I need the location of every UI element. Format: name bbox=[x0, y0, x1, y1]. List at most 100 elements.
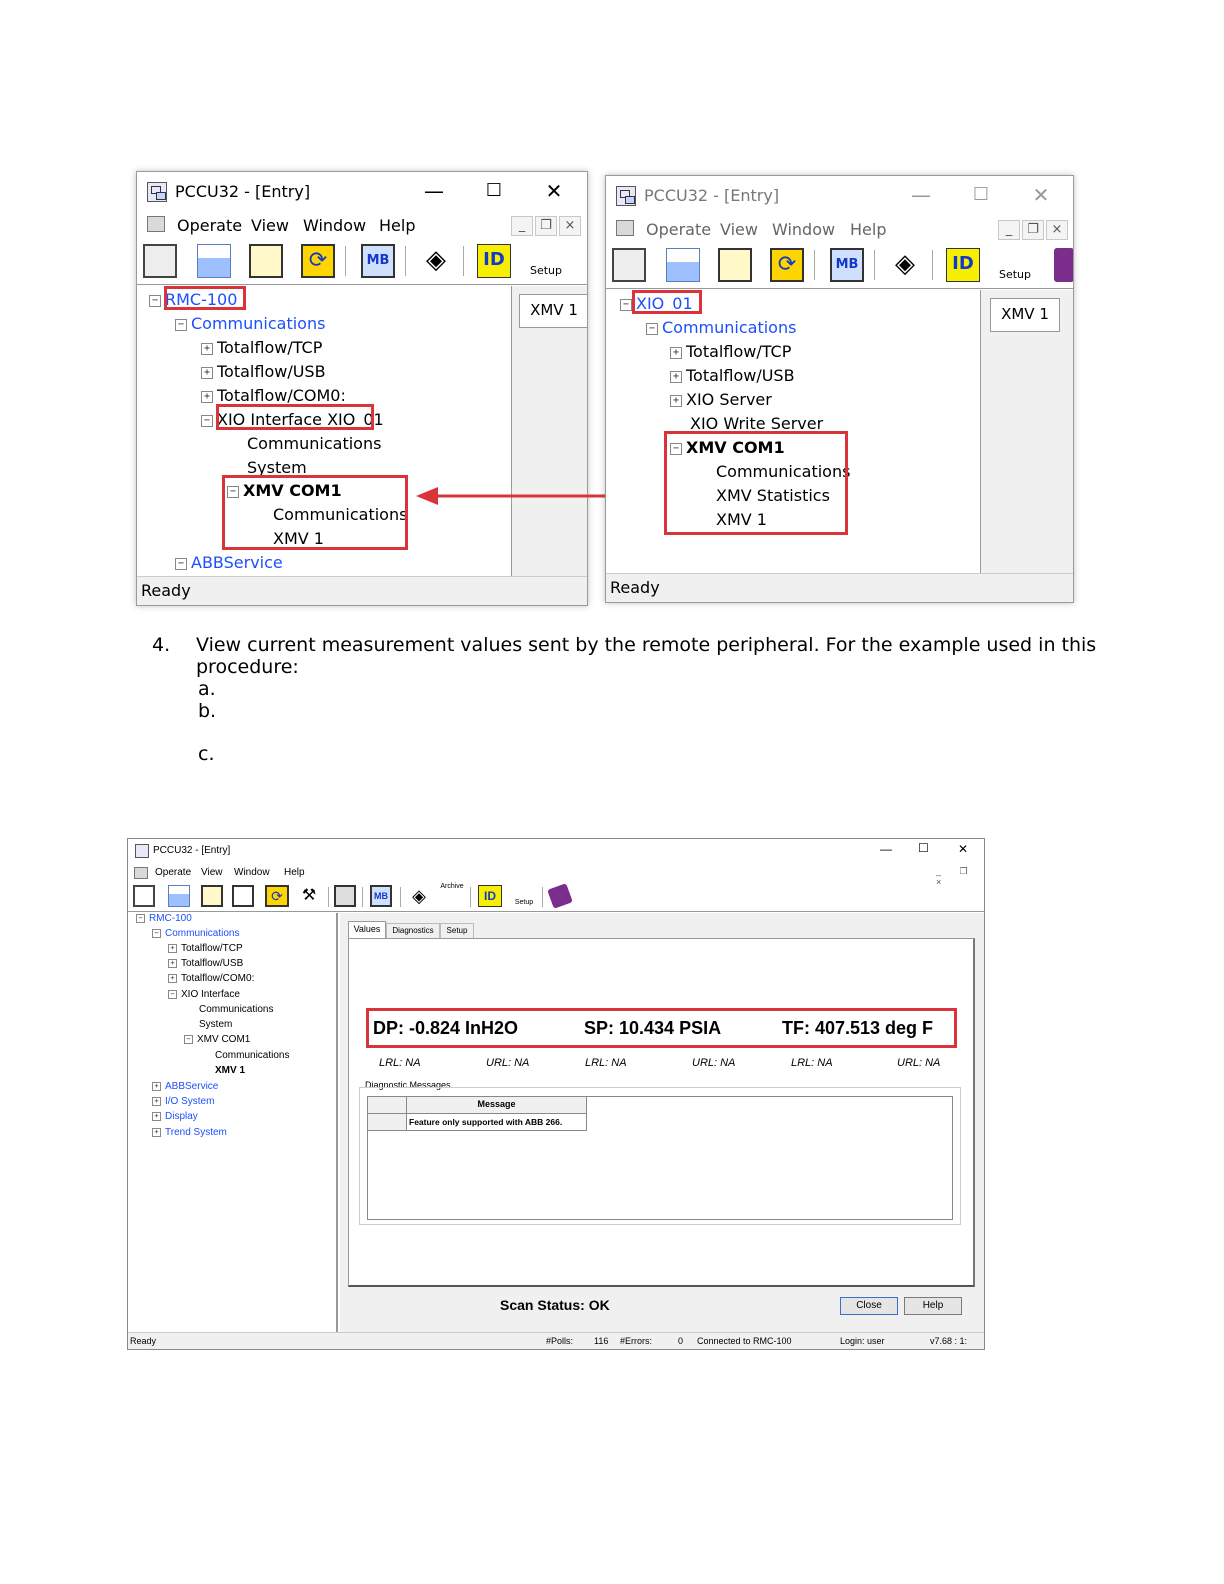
tree-node-xmv-1[interactable]: XMV 1 bbox=[215, 1065, 245, 1076]
menu-window[interactable]: Window bbox=[303, 216, 366, 235]
mdi-close-icon[interactable]: × bbox=[559, 216, 581, 236]
close-icon[interactable]: ✕ bbox=[1028, 182, 1054, 208]
expand-icon[interactable]: + bbox=[152, 1111, 161, 1121]
minimize-icon[interactable]: — bbox=[880, 842, 892, 856]
close-icon[interactable]: ✕ bbox=[541, 178, 567, 204]
menu-help[interactable]: Help bbox=[850, 220, 886, 239]
collapse-icon[interactable]: − bbox=[646, 322, 658, 335]
mdi-controls[interactable]: _ ❐ × bbox=[996, 220, 1068, 240]
collapse-icon[interactable]: − bbox=[175, 557, 187, 570]
menu-window[interactable]: Window bbox=[234, 867, 270, 878]
menu-help[interactable]: Help bbox=[379, 216, 415, 235]
id-manager-icon[interactable]: ID bbox=[946, 248, 980, 282]
menu-view[interactable]: View bbox=[251, 216, 289, 235]
tree-node-communications[interactable]: − Communications bbox=[175, 314, 325, 333]
maximize-icon[interactable]: ☐ bbox=[968, 182, 994, 208]
collapse-icon[interactable]: − bbox=[136, 913, 145, 923]
tree-node-io-system[interactable]: + I/O System bbox=[152, 1096, 214, 1107]
modbus-icon[interactable]: MB bbox=[830, 248, 864, 282]
help-book-icon[interactable] bbox=[1054, 248, 1073, 282]
maximize-icon[interactable]: ☐ bbox=[481, 178, 507, 204]
schedule-icon[interactable] bbox=[334, 885, 356, 907]
tree-node-abbservice[interactable]: − ABBService bbox=[175, 553, 283, 572]
setup-icon[interactable]: Setup bbox=[529, 244, 563, 278]
menu-view[interactable]: View bbox=[201, 867, 223, 878]
tab-xmv-1[interactable]: XMV 1 bbox=[990, 298, 1060, 332]
tab-xmv-1[interactable]: XMV 1 bbox=[519, 294, 587, 328]
expand-icon[interactable]: + bbox=[168, 973, 177, 983]
menu-help[interactable]: Help bbox=[284, 867, 305, 878]
expand-icon[interactable]: + bbox=[168, 943, 177, 953]
collapse-icon[interactable]: − bbox=[168, 989, 177, 999]
tree-node-communications[interactable]: − Communications bbox=[152, 928, 239, 939]
tab-diagnostics[interactable]: Diagnostics bbox=[386, 923, 440, 939]
minimize-icon[interactable]: — bbox=[421, 178, 447, 204]
expand-icon[interactable]: + bbox=[670, 370, 682, 383]
calibrate-icon[interactable]: ◈ bbox=[888, 248, 922, 282]
collapse-icon[interactable]: − bbox=[149, 294, 161, 307]
collect-icon[interactable] bbox=[249, 244, 283, 278]
refresh-icon[interactable]: ⟳ bbox=[265, 885, 289, 907]
close-icon[interactable]: ✕ bbox=[958, 842, 968, 856]
minimize-icon[interactable]: — bbox=[908, 182, 934, 208]
collapse-icon[interactable]: − bbox=[620, 298, 632, 311]
mdi-controls[interactable]: _ ❐ × bbox=[509, 216, 581, 236]
expand-icon[interactable]: + bbox=[670, 346, 682, 359]
title-bar[interactable]: PCCU32 - [Entry] — ☐ ✕ bbox=[606, 176, 1073, 216]
mdi-restore-icon[interactable]: ❐ bbox=[1022, 220, 1044, 240]
collapse-icon[interactable]: − bbox=[152, 928, 161, 938]
expand-icon[interactable]: + bbox=[201, 390, 213, 403]
tree-node-xmv-communications[interactable]: Communications bbox=[215, 1050, 289, 1061]
tree-node-totalflow-tcp[interactable]: + Totalflow/TCP bbox=[670, 342, 791, 361]
collapse-icon[interactable]: − bbox=[201, 414, 213, 427]
calibrate-icon[interactable]: ◈ bbox=[408, 885, 430, 907]
id-manager-icon[interactable]: ID bbox=[478, 885, 502, 907]
menu-operate[interactable]: Operate bbox=[177, 216, 242, 235]
help-button[interactable]: Help bbox=[904, 1297, 962, 1315]
tree-node-abbservice[interactable]: + ABBService bbox=[152, 1081, 218, 1092]
tab-setup[interactable]: Setup bbox=[440, 923, 474, 939]
modbus-icon[interactable]: MB bbox=[361, 244, 395, 278]
menu-window[interactable]: Window bbox=[772, 220, 835, 239]
expand-icon[interactable]: + bbox=[152, 1127, 161, 1137]
tree-node-rmc-100[interactable]: − RMC-100 bbox=[136, 913, 192, 924]
collapse-icon[interactable]: − bbox=[175, 318, 187, 331]
menu-operate[interactable]: Operate bbox=[646, 220, 711, 239]
collect-icon[interactable] bbox=[201, 885, 223, 907]
print-icon[interactable] bbox=[232, 885, 254, 907]
collect-icon[interactable] bbox=[718, 248, 752, 282]
tree-node-communications[interactable]: − Communications bbox=[646, 318, 796, 337]
mdi-close-icon[interactable]: × bbox=[1046, 220, 1068, 240]
diagnostic-table[interactable]: Message Feature only supported with ABB … bbox=[367, 1096, 953, 1220]
mdi-minimize-icon[interactable]: _ bbox=[998, 220, 1020, 240]
close-button[interactable]: Close bbox=[840, 1297, 898, 1315]
modbus-icon[interactable]: MB bbox=[370, 885, 392, 907]
menu-view[interactable]: View bbox=[720, 220, 758, 239]
title-bar[interactable]: PCCU32 - [Entry] — ☐ ✕ bbox=[137, 172, 587, 212]
connect-icon[interactable] bbox=[143, 244, 177, 278]
tools-icon[interactable]: ⚒ bbox=[298, 885, 320, 907]
tree-node-totalflow-com0[interactable]: + Totalflow/COM0: bbox=[201, 386, 346, 405]
entry-icon[interactable] bbox=[666, 248, 700, 282]
tree-node-totalflow-usb[interactable]: + Totalflow/USB bbox=[201, 362, 326, 381]
expand-icon[interactable]: + bbox=[168, 958, 177, 968]
maximize-icon[interactable]: ☐ bbox=[918, 841, 929, 855]
tree-node-totalflow-com0[interactable]: + Totalflow/COM0: bbox=[168, 973, 254, 984]
expand-icon[interactable]: + bbox=[201, 366, 213, 379]
menu-operate[interactable]: Operate bbox=[155, 867, 191, 878]
tree-node-totalflow-usb[interactable]: + Totalflow/USB bbox=[670, 366, 795, 385]
help-book-icon[interactable] bbox=[547, 883, 573, 909]
tree-node-xio-communications[interactable]: Communications bbox=[247, 434, 381, 453]
entry-icon[interactable] bbox=[168, 885, 190, 907]
table-row[interactable]: Feature only supported with ABB 266. bbox=[368, 1114, 587, 1131]
entry-icon[interactable] bbox=[197, 244, 231, 278]
tree-node-totalflow-usb[interactable]: + Totalflow/USB bbox=[168, 958, 243, 969]
tree-node-xio-communications[interactable]: Communications bbox=[199, 1004, 273, 1015]
expand-icon[interactable]: + bbox=[670, 394, 682, 407]
tab-values[interactable]: Values bbox=[348, 921, 386, 939]
collapse-icon[interactable]: − bbox=[184, 1034, 193, 1044]
row-selector[interactable] bbox=[368, 1114, 407, 1130]
archive-icon[interactable]: Archive bbox=[440, 883, 464, 907]
tree-node-xio-server[interactable]: + XIO Server bbox=[670, 390, 772, 409]
refresh-icon[interactable]: ⟳ bbox=[770, 248, 804, 282]
